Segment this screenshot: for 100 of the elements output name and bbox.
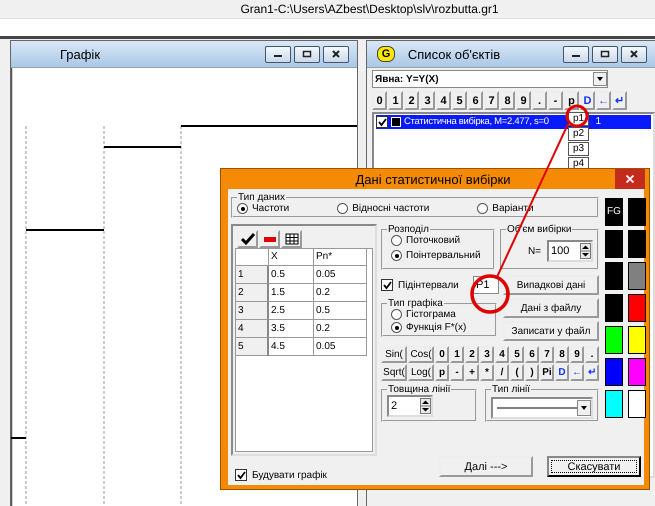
table-cell[interactable]: 3.5 [269,320,314,338]
key-button[interactable]: 5 [452,91,467,110]
key-button[interactable]: 7 [540,346,554,363]
radio-button[interactable] [237,203,248,214]
color-swatch[interactable] [628,198,646,226]
maximize-icon[interactable] [302,50,312,58]
key-button[interactable]: 3 [420,91,435,110]
grid-icon[interactable] [284,233,298,245]
key-button[interactable]: D [555,364,569,381]
key-button[interactable]: 3 [480,346,494,363]
key-button[interactable]: 8 [555,346,569,363]
key-button[interactable]: - [450,364,464,381]
color-swatch[interactable] [628,326,646,354]
table-cell[interactable]: 0.5 [269,266,314,284]
key-button[interactable]: 4 [495,346,509,363]
key-button[interactable]: - [548,91,563,110]
key-button[interactable]: D [580,91,595,110]
color-swatch[interactable]: FG [605,198,623,226]
table-cell[interactable]: 2.5 [269,302,314,320]
key-button[interactable]: 0 [372,91,387,110]
table-cell[interactable]: 1.5 [269,284,314,302]
color-swatch[interactable] [628,358,646,386]
dialog-button[interactable]: Далі ---> [439,456,533,477]
radio-button[interactable] [391,235,402,246]
radio-button[interactable] [391,309,402,320]
close-icon[interactable] [331,50,341,58]
key-button[interactable]: Cos( [408,346,434,363]
key-button[interactable]: ( [510,364,524,381]
key-button[interactable]: 1 [388,91,403,110]
key-button[interactable]: 1 [450,346,464,363]
list-item[interactable]: p3 [568,142,589,156]
table-cell[interactable]: 0.5 [314,302,367,320]
color-swatch[interactable] [605,390,623,418]
key-button[interactable]: / [495,364,509,381]
key-button[interactable]: . [532,91,547,110]
key-button[interactable]: Pi [540,364,554,381]
key-button[interactable]: Sin( [381,346,407,363]
key-button[interactable]: p [435,364,449,381]
key-button[interactable]: Log( [408,364,434,381]
delete-button[interactable] [259,230,280,248]
color-swatch[interactable] [628,390,646,418]
table-cell[interactable]: 4.5 [269,338,314,356]
key-button[interactable]: ) [525,364,539,381]
key-button[interactable]: ← [596,91,611,110]
dialog-button[interactable]: Скасувати [547,456,641,477]
key-button[interactable]: 6 [468,91,483,110]
key-button[interactable]: 5 [510,346,524,363]
table-button[interactable] [281,230,302,248]
close-button[interactable] [621,46,647,62]
maximize-button[interactable] [592,46,618,62]
key-button[interactable]: Sqrt( [381,364,407,381]
key-button[interactable]: 2 [404,91,419,110]
key-button[interactable]: 6 [525,346,539,363]
key-button[interactable]: 7 [484,91,499,110]
color-swatch[interactable] [628,230,646,258]
close-button[interactable] [323,46,349,62]
key-button[interactable]: . [585,346,599,363]
key-button[interactable]: * [480,364,494,381]
key-button[interactable]: 9 [516,91,531,110]
radio-button[interactable] [391,322,402,333]
color-swatch[interactable] [628,294,646,322]
radio-button[interactable] [391,250,402,261]
radio-button[interactable] [337,203,348,214]
action-button[interactable]: Випадкові дані [503,275,599,295]
list-item[interactable]: p2 [568,127,589,141]
number-field[interactable]: 2 [387,395,433,417]
line-type-dropdown[interactable] [491,397,593,419]
maximize-button[interactable] [294,46,320,62]
color-swatch[interactable] [628,262,646,290]
key-button[interactable]: + [465,364,479,381]
number-field[interactable]: 100 [547,240,593,262]
color-swatch[interactable] [605,326,623,354]
radio-button[interactable] [477,203,488,214]
function-dropdown[interactable]: Явна: Y=Y(X) [372,70,608,88]
color-swatch[interactable] [605,358,623,386]
checkmark-icon[interactable] [240,233,254,245]
key-button[interactable]: 9 [570,346,584,363]
maximize-icon[interactable] [600,50,610,58]
minimize-button[interactable] [265,46,291,62]
key-button[interactable]: 8 [500,91,515,110]
key-button[interactable]: ↵ [585,364,599,381]
key-button[interactable]: 2 [465,346,479,363]
key-button[interactable]: 0 [435,346,449,363]
color-swatch[interactable] [605,294,623,322]
table-cell[interactable]: 0.2 [314,320,367,338]
column-header: X [269,249,314,266]
table-cell[interactable]: 0.05 [314,266,367,284]
spin-arrows-icon[interactable] [580,243,591,259]
key-button[interactable]: ← [570,364,584,381]
action-button[interactable]: Записати у файл [503,321,599,341]
action-button[interactable]: Дані з файлу [503,298,599,318]
key-button[interactable]: 4 [436,91,451,110]
color-swatch[interactable] [605,262,623,290]
close-icon[interactable] [629,50,639,58]
spin-arrows-icon[interactable] [420,398,431,414]
key-button[interactable]: ↵ [612,91,627,110]
minimize-button[interactable] [563,46,589,62]
table-cell[interactable]: 0.05 [314,338,367,356]
table-cell[interactable]: 0.2 [314,284,367,302]
color-swatch[interactable] [605,230,623,258]
